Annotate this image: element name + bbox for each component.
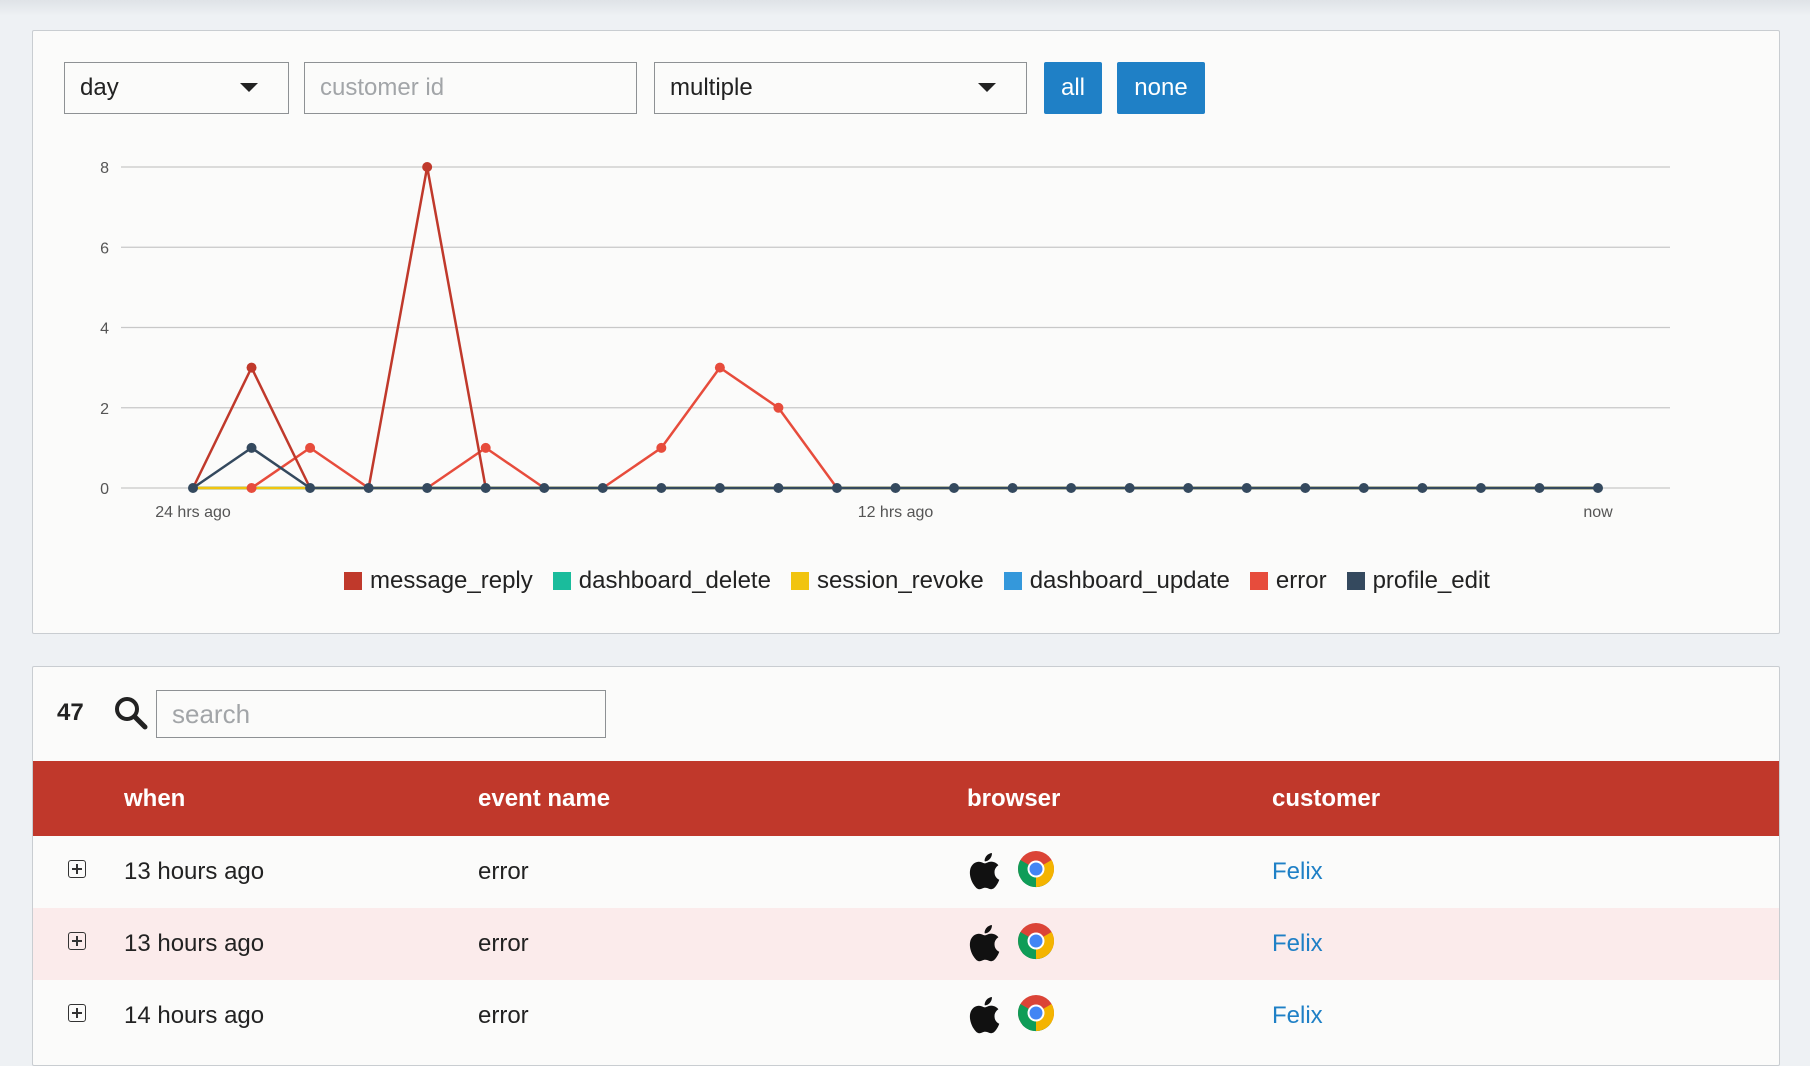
legend-item-dashboard-update[interactable]: dashboard_update bbox=[1003, 567, 1230, 595]
event-count: 47 bbox=[57, 699, 84, 726]
search-icon[interactable] bbox=[113, 695, 149, 731]
data-point-profile-edit[interactable] bbox=[597, 483, 608, 493]
legend-swatch bbox=[1003, 572, 1022, 590]
top-shadow bbox=[0, 0, 1810, 16]
y-tick-label: 4 bbox=[100, 321, 109, 338]
data-point-profile-edit[interactable] bbox=[188, 483, 198, 493]
data-point-profile-edit[interactable] bbox=[1475, 483, 1486, 493]
column-header-customer[interactable]: customer bbox=[1272, 785, 1380, 813]
data-point-profile-edit[interactable] bbox=[1066, 483, 1077, 493]
row-event-name: error bbox=[478, 1002, 529, 1029]
customer-link[interactable]: Felix bbox=[1272, 858, 1323, 886]
legend-swatch bbox=[552, 572, 571, 590]
events-table-panel: 47 when event name browser customer 13 h… bbox=[32, 666, 1780, 1066]
data-point-profile-edit[interactable] bbox=[714, 483, 725, 493]
data-point-profile-edit[interactable] bbox=[1417, 483, 1428, 493]
legend-item-error[interactable]: error bbox=[1249, 567, 1327, 595]
data-point-profile-edit[interactable] bbox=[1183, 483, 1194, 493]
y-tick-label: 6 bbox=[100, 240, 109, 257]
legend-swatch bbox=[1346, 572, 1365, 590]
y-tick-label: 2 bbox=[100, 401, 109, 418]
data-point-profile-edit[interactable] bbox=[480, 483, 491, 493]
data-point-profile-edit[interactable] bbox=[773, 483, 784, 493]
y-tick-label: 8 bbox=[100, 160, 109, 177]
data-point-profile-edit[interactable] bbox=[305, 483, 316, 493]
data-point-profile-edit[interactable] bbox=[363, 483, 374, 493]
row-when: 13 hours ago bbox=[124, 930, 265, 957]
x-tick-label: now bbox=[1583, 504, 1613, 521]
column-header-browser[interactable]: browser bbox=[967, 785, 1060, 813]
table-row[interactable]: 13 hours ago error Felix bbox=[33, 908, 1779, 980]
legend-label: error bbox=[1275, 567, 1327, 594]
data-point-error[interactable] bbox=[246, 483, 257, 493]
data-point-error[interactable] bbox=[480, 442, 491, 453]
legend-label: session_revoke bbox=[816, 567, 984, 594]
data-point-profile-edit[interactable] bbox=[1593, 483, 1603, 493]
data-point-profile-edit[interactable] bbox=[1534, 483, 1545, 493]
expand-icon[interactable] bbox=[68, 860, 86, 878]
row-event-name: error bbox=[478, 858, 529, 885]
data-point-message-reply[interactable] bbox=[422, 162, 433, 172]
data-point-profile-edit[interactable] bbox=[539, 483, 550, 493]
legend-label: profile_edit bbox=[1372, 567, 1490, 594]
search-input[interactable] bbox=[156, 690, 606, 738]
data-point-profile-edit[interactable] bbox=[1241, 483, 1252, 493]
chart-legend: message_reply dashboard_delete session_rev… bbox=[33, 567, 1781, 595]
y-tick-label: 0 bbox=[100, 481, 109, 498]
data-point-profile-edit[interactable] bbox=[949, 483, 960, 493]
data-point-message-reply[interactable] bbox=[246, 362, 257, 373]
legend-label: dashboard_update bbox=[1029, 567, 1230, 594]
data-point-error[interactable] bbox=[656, 442, 667, 453]
chrome-icon bbox=[1017, 922, 1055, 960]
chart-panel: day multiple all none 0246824 hrs ago12 … bbox=[32, 30, 1780, 634]
customer-link[interactable]: Felix bbox=[1272, 930, 1323, 958]
data-point-profile-edit[interactable] bbox=[1300, 483, 1311, 493]
expand-icon[interactable] bbox=[68, 932, 86, 950]
customer-link[interactable]: Felix bbox=[1272, 1002, 1323, 1030]
legend-label: message_reply bbox=[370, 567, 533, 594]
x-tick-label: 12 hrs ago bbox=[858, 504, 934, 521]
column-header-event-name[interactable]: event name bbox=[478, 785, 610, 813]
row-when: 14 hours ago bbox=[124, 1002, 265, 1029]
data-point-profile-edit[interactable] bbox=[656, 483, 667, 493]
legend-item-profile-edit[interactable]: profile_edit bbox=[1346, 567, 1490, 595]
series-line-profile-edit bbox=[192, 446, 1598, 490]
data-point-profile-edit[interactable] bbox=[890, 483, 901, 493]
row-event-name: error bbox=[478, 930, 529, 957]
data-point-error[interactable] bbox=[714, 362, 725, 373]
data-point-profile-edit[interactable] bbox=[1124, 483, 1135, 493]
data-point-profile-edit[interactable] bbox=[1007, 483, 1018, 493]
table-row[interactable]: 14 hours ago error Felix bbox=[33, 980, 1779, 1052]
expand-icon[interactable] bbox=[68, 1004, 86, 1022]
chrome-icon bbox=[1017, 994, 1055, 1032]
apple-icon bbox=[967, 924, 1001, 962]
apple-icon bbox=[967, 996, 1001, 1034]
data-point-profile-edit[interactable] bbox=[422, 483, 433, 493]
table-row[interactable]: 13 hours ago error Felix bbox=[33, 836, 1779, 908]
data-point-profile-edit[interactable] bbox=[831, 483, 842, 493]
legend-swatch bbox=[1249, 572, 1268, 590]
legend-label: dashboard_delete bbox=[578, 567, 771, 594]
data-point-profile-edit[interactable] bbox=[1358, 483, 1369, 493]
x-tick-label: 24 hrs ago bbox=[155, 504, 231, 521]
legend-swatch bbox=[344, 572, 363, 590]
table-header: when event name browser customer bbox=[33, 761, 1779, 836]
data-point-error[interactable] bbox=[305, 442, 316, 453]
apple-icon bbox=[967, 852, 1001, 890]
chrome-icon bbox=[1017, 850, 1055, 888]
legend-item-session-revoke[interactable]: session_revoke bbox=[790, 567, 984, 595]
legend-swatch bbox=[790, 572, 809, 590]
series-line-error bbox=[193, 366, 1598, 490]
row-when: 13 hours ago bbox=[124, 858, 265, 885]
events-line-chart: 0 2 4 6 8 24 hrs ago 12 hrs ago now bbox=[100, 160, 1670, 521]
legend-item-dashboard-delete[interactable]: dashboard_delete bbox=[552, 567, 771, 595]
legend-item-message-reply[interactable]: message_reply bbox=[344, 567, 533, 595]
data-point-error[interactable] bbox=[773, 402, 784, 413]
column-header-when[interactable]: when bbox=[124, 785, 185, 813]
data-point-profile-edit[interactable] bbox=[246, 442, 257, 453]
